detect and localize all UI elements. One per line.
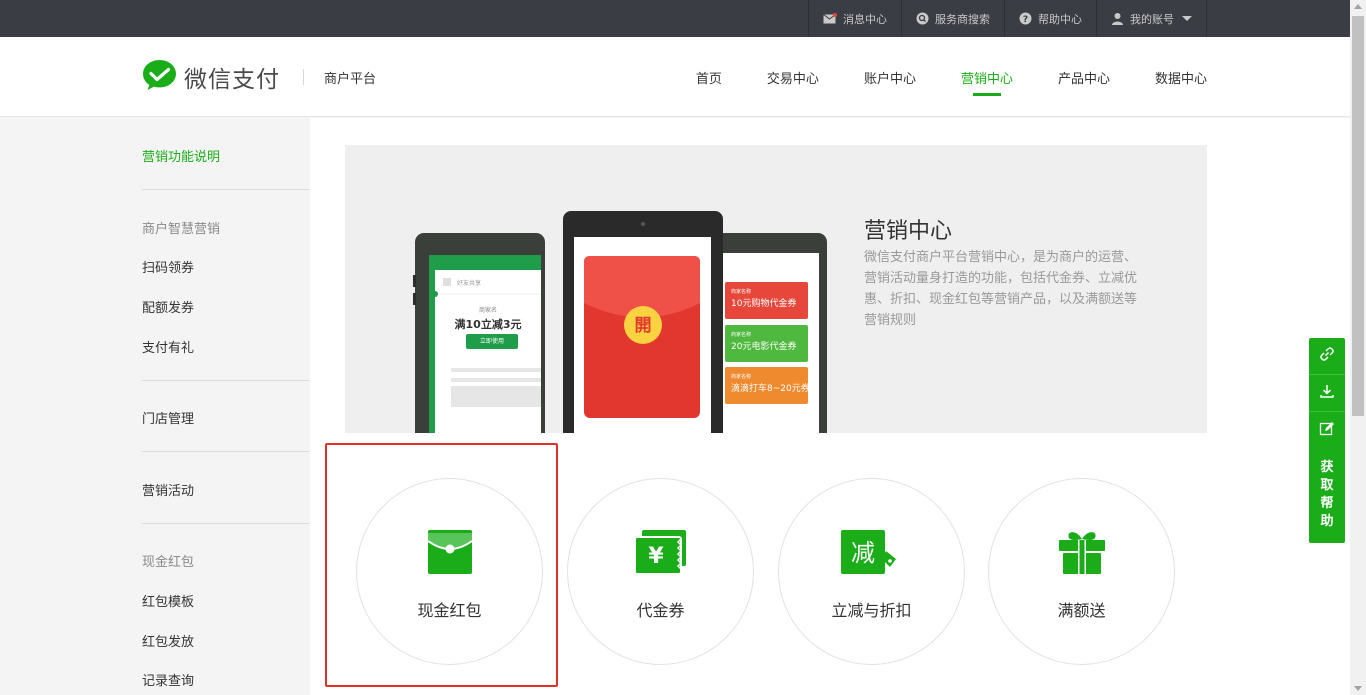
- provider-search-label: 服务商搜索: [935, 12, 990, 26]
- nav-trade-center[interactable]: 交易中心: [767, 37, 819, 117]
- sidebar-group-cash-red-packet: 现金红包: [142, 555, 195, 570]
- card-discount[interactable]: 减 立减与折扣: [778, 478, 965, 665]
- wechat-pay-logo-icon: [142, 59, 177, 95]
- link-icon: [1319, 346, 1335, 366]
- sidebar-divider: [142, 523, 309, 524]
- download-icon: [1319, 383, 1335, 403]
- phone-left-offer: 满10立减3元: [454, 318, 522, 331]
- sidebar-item-store-management[interactable]: 门店管理: [142, 408, 194, 427]
- chevron-down-icon: [1182, 16, 1192, 21]
- card-voucher-label: 代金券: [636, 601, 685, 620]
- card-voucher[interactable]: ¥ 代金券: [567, 478, 754, 665]
- page-scrollbar[interactable]: [1350, 0, 1366, 695]
- edit-icon: [1319, 421, 1335, 441]
- top-bar: 消息中心 服务商搜索 ? 帮助中心 我的账号: [0, 0, 1350, 37]
- sidebar-item-red-packet-send[interactable]: 红包发放: [142, 631, 194, 650]
- question-icon: ?: [1019, 12, 1032, 25]
- floating-help-widget: 获 取 帮 助: [1309, 338, 1345, 543]
- svg-text:减: 减: [851, 539, 875, 567]
- download-button[interactable]: [1309, 375, 1345, 412]
- coupon-3-text: 滴滴打车8~20元券: [731, 384, 810, 394]
- card-discount-label: 立减与折扣: [831, 601, 912, 620]
- provider-search-link[interactable]: 服务商搜索: [901, 0, 1004, 37]
- main-nav: 首页 交易中心 账户中心 营销中心 产品中心 数据中心: [651, 37, 1207, 117]
- banner-title: 营销中心: [864, 219, 953, 244]
- sidebar-divider: [142, 380, 309, 381]
- red-packet-icon: [426, 529, 473, 579]
- platform-subtitle: 商户平台: [324, 71, 377, 87]
- get-help-char: 助: [1320, 514, 1334, 529]
- sidebar-item-marketing-intro[interactable]: 营销功能说明: [142, 146, 220, 165]
- card-full-gift[interactable]: 满额送: [988, 478, 1175, 665]
- nav-marketing-center[interactable]: 营销中心: [961, 37, 1013, 117]
- nav-account-center[interactable]: 账户中心: [864, 37, 916, 117]
- sidebar-divider: [142, 451, 309, 452]
- svg-text:?: ?: [1023, 15, 1028, 25]
- user-icon: [1111, 12, 1124, 25]
- sidebar-item-record-query[interactable]: 记录查询: [142, 670, 194, 689]
- sidebar-item-marketing-activity[interactable]: 营销活动: [142, 480, 194, 499]
- get-help-button[interactable]: 获 取 帮 助: [1309, 449, 1345, 543]
- sidebar-item-quota-coupon[interactable]: 配额发券: [142, 297, 194, 316]
- get-help-char: 获: [1320, 460, 1334, 475]
- sidebar-item-red-packet-template[interactable]: 红包模板: [142, 591, 194, 610]
- message-center-label: 消息中心: [843, 12, 887, 26]
- coupon-1-tag: 商家名称: [731, 289, 752, 295]
- my-account-menu[interactable]: 我的账号: [1096, 0, 1207, 37]
- card-full-gift-label: 满额送: [1057, 601, 1106, 620]
- sidebar-divider: [142, 189, 309, 190]
- phones-text-layer: 好友共享 商家名 满10立减3元 立即使用 開 商家名称 10元购物代金券 商家…: [385, 145, 865, 433]
- link-button[interactable]: [1309, 338, 1345, 375]
- coupon-2-tag: 商家名称: [731, 332, 752, 338]
- voucher-icon: ¥: [633, 529, 688, 579]
- coupon-2-text: 20元电影代金券: [731, 342, 797, 352]
- banner-description: 微信支付商户平台营销中心，是为商户的运营、营销活动量身打造的功能，包括代金券、立…: [864, 250, 1138, 328]
- wechat-pay-logo[interactable]: 微信支付 商户平台: [142, 59, 376, 95]
- message-center-link[interactable]: 消息中心: [808, 0, 901, 37]
- discount-icon: 减: [840, 529, 904, 579]
- edit-feedback-button[interactable]: [1309, 412, 1345, 449]
- phone-left-merchant: 商家名: [478, 307, 497, 314]
- mail-icon: [823, 13, 837, 24]
- coupon-3-tag: 商家名称: [731, 374, 752, 380]
- scrollbar-thumb[interactable]: [1352, 16, 1364, 416]
- scroll-down-arrow-icon[interactable]: [1354, 686, 1362, 691]
- sidebar-item-scan-coupon[interactable]: 扫码领券: [142, 257, 194, 276]
- nav-product-center[interactable]: 产品中心: [1058, 37, 1110, 117]
- card-cash-red-packet-label: 现金红包: [417, 601, 482, 620]
- my-account-label: 我的账号: [1130, 12, 1174, 26]
- phone-left-use-button: 立即使用: [466, 334, 518, 349]
- logo-divider: [303, 69, 304, 85]
- logo-text: 微信支付: [184, 67, 280, 93]
- main-content: 好友共享 商家名 满10立减3元 立即使用 開 商家名称 10元购物代金券 商家…: [310, 118, 1350, 695]
- search-icon: [916, 12, 929, 25]
- sidebar-item-payment-gift[interactable]: 支付有礼: [142, 337, 194, 356]
- open-red-packet-glyph: 開: [634, 316, 652, 336]
- nav-data-center[interactable]: 数据中心: [1155, 37, 1207, 117]
- help-center-label: 帮助中心: [1038, 12, 1082, 26]
- coupon-1-text: 10元购物代金券: [731, 299, 797, 309]
- svg-text:¥: ¥: [648, 544, 664, 569]
- marketing-banner: 好友共享 商家名 满10立减3元 立即使用 開 商家名称 10元购物代金券 商家…: [345, 145, 1207, 433]
- sidebar-group-smart-marketing: 商户智慧营销: [142, 222, 221, 237]
- get-help-char: 取: [1320, 478, 1334, 493]
- site-header: 微信支付 商户平台 首页 交易中心 账户中心 营销中心 产品中心 数据中心: [0, 37, 1350, 117]
- scroll-up-arrow-icon[interactable]: [1354, 4, 1362, 9]
- sidebar: 营销功能说明 商户智慧营销 扫码领券 配额发券 支付有礼 门店管理 营销活动 现…: [0, 118, 310, 695]
- nav-home[interactable]: 首页: [696, 37, 722, 117]
- phone-left-share-label: 好友共享: [457, 280, 482, 287]
- gift-icon: [1058, 529, 1106, 579]
- get-help-char: 帮: [1320, 496, 1334, 511]
- card-cash-red-packet[interactable]: 现金红包: [356, 478, 543, 665]
- help-center-link[interactable]: ? 帮助中心: [1004, 0, 1096, 37]
